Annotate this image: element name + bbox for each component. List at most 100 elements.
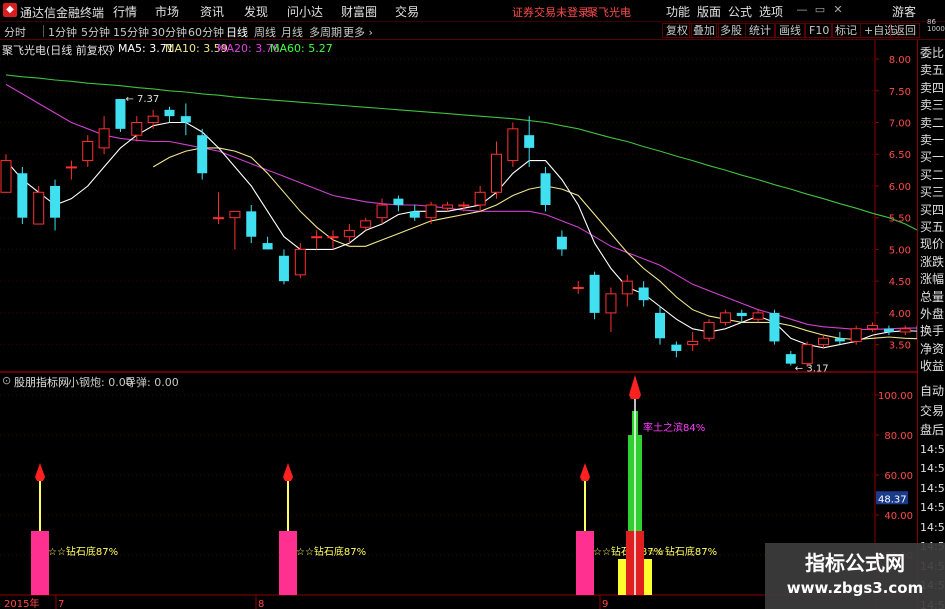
tab-more[interactable]: 更多 ›	[343, 24, 373, 40]
candle-body-up	[65, 166, 77, 169]
candle-body-down	[115, 99, 126, 129]
candle-body-up	[491, 153, 502, 193]
main-chart-title: 聚飞光电(日线 前复权)	[2, 44, 114, 57]
statistics-button[interactable]: 统计	[745, 23, 775, 38]
candle-body-up	[474, 191, 486, 206]
quote-side-panel: 委比 卖五 卖四 卖三 卖二 卖一 买一 买二 买三 买四 买五 现价 涨跌 涨幅 总量 外盘 换手 净资 收益 自动…	[917, 40, 945, 609]
tab-fenshi[interactable]: 分时	[4, 24, 26, 40]
app-window: { "titlebar": { "logo_glyph": "◆", "app_…	[0, 0, 945, 609]
candle-body-up	[82, 141, 94, 162]
mark-button[interactable]: 标记	[831, 23, 861, 38]
candle-body-up	[850, 328, 862, 342]
tab-30min[interactable]: 30分钟	[151, 24, 187, 40]
tab-1min[interactable]: 1分钟	[48, 24, 77, 40]
back-button[interactable]: 返回	[890, 23, 920, 38]
candle-body-up	[719, 312, 731, 323]
candle-body-up	[703, 321, 715, 339]
close-button[interactable]: ✕	[830, 2, 846, 18]
xaxis-month-label: 8	[258, 599, 264, 609]
candle-body-down	[655, 312, 665, 339]
indicator-settings-icon[interactable]: ⊙	[2, 374, 11, 387]
candle-body-down	[164, 109, 175, 117]
menu-wenxiaoda[interactable]: 问小达	[287, 3, 323, 20]
quote-field-label: 买三	[920, 185, 945, 200]
quote-field-label: 卖一	[920, 133, 945, 147]
tab-multi-period[interactable]: 多周期	[309, 24, 342, 40]
tab-15min[interactable]: 15分钟	[113, 24, 149, 40]
indicator-title: 股朋指标网	[14, 376, 69, 389]
menu-faxian[interactable]: 发现	[244, 3, 268, 20]
trade-login-status[interactable]: 证券交易未登录	[512, 4, 589, 20]
fuquan-button[interactable]: 复权	[662, 23, 692, 38]
menu-caifuquan[interactable]: 财富圈	[341, 3, 377, 20]
panel-label: 交易	[920, 403, 945, 418]
candle-body-down	[540, 173, 551, 205]
candle-body-up	[294, 248, 306, 276]
quote-field-label: 换手	[920, 324, 945, 339]
f10-button[interactable]: F10	[805, 23, 834, 38]
draw-line-button[interactable]: 画线	[775, 23, 805, 38]
tab-5min[interactable]: 5分钟	[81, 24, 110, 40]
maximize-button[interactable]: ▭	[812, 2, 828, 18]
quote-field-label: 净资	[920, 341, 945, 356]
panel-label: 自动	[920, 384, 945, 398]
corner-counter: 86 1000	[927, 18, 945, 33]
signal-rocket-head	[35, 463, 45, 481]
candle-body-down	[393, 198, 404, 205]
indicator-value-xiaogangpao: 小钢炮: 0.00	[68, 376, 133, 389]
candle-body-up	[752, 312, 764, 320]
signal-label: ☆☆钻石底87%	[296, 545, 366, 558]
candle-body-up	[867, 325, 879, 330]
overlay-button[interactable]: 叠加	[689, 23, 719, 38]
tab-daily[interactable]: 日线	[226, 24, 248, 40]
high-price-label: ← 7.37	[125, 94, 159, 105]
tab-monthly[interactable]: 月线	[281, 24, 303, 40]
tab-weekly[interactable]: 周线	[254, 24, 276, 40]
signal-bar	[576, 531, 594, 595]
quote-field-label: 买四	[920, 202, 945, 217]
signal-rocket-head	[283, 463, 293, 481]
tab-60min[interactable]: 60分钟	[188, 24, 224, 40]
candle-body-down	[262, 243, 273, 250]
quote-field-label: 外盘	[920, 307, 945, 321]
quote-field-label: 卖三	[920, 98, 945, 113]
candle-body-up	[147, 115, 159, 124]
menu-jiaoyi[interactable]: 交易	[395, 3, 419, 20]
moving-average-lines	[5, 74, 917, 349]
menu-gongshi[interactable]: 公式	[728, 3, 752, 20]
current-stock-name: 聚飞光电	[587, 6, 631, 19]
menu-hangqing[interactable]: 行情	[113, 3, 137, 20]
candle-body-up	[360, 220, 372, 228]
candle-body-down	[785, 354, 796, 364]
price-tick-label: 5.00	[889, 245, 911, 256]
menu-gongneng[interactable]: 功能	[666, 3, 690, 20]
candle-body-up	[0, 160, 12, 193]
tick-time: 14:56	[920, 462, 945, 475]
multi-stock-button[interactable]: 多股	[716, 23, 746, 38]
settings-icon[interactable]: ⊙	[106, 42, 115, 55]
watermark-title: 指标公式网	[805, 551, 905, 575]
candle-body-up	[213, 217, 225, 220]
candle-body-up	[818, 337, 829, 346]
xaxis-month-label: 9	[602, 599, 608, 609]
candle-body-up	[687, 340, 699, 346]
candle-body-up	[229, 210, 241, 219]
guest-user[interactable]: 游客	[892, 3, 916, 20]
signal-label: ☆☆钻石底87%	[48, 545, 118, 558]
candle-body-up	[899, 328, 911, 333]
menu-shichang[interactable]: 市场	[155, 3, 179, 20]
price-tick-label: 7.50	[889, 87, 911, 98]
candle-body-up	[425, 204, 437, 219]
candle-body-down	[638, 287, 649, 301]
quote-field-label: 卖二	[920, 115, 945, 130]
candle-body-up	[311, 236, 323, 239]
menu-zixun[interactable]: 资讯	[200, 3, 224, 20]
big-rocket-head	[629, 375, 641, 399]
menu-xuanxiang[interactable]: 选项	[759, 3, 783, 20]
menu-banmian[interactable]: 版面	[697, 3, 721, 20]
candle-body-up	[33, 191, 45, 225]
minimize-button[interactable]: —	[794, 2, 810, 18]
kline-chart[interactable]: ☆☆钻石底87%☆☆钻石底87%☆☆钻石底87%率土之滨84%☆☆钻石底87% …	[0, 40, 917, 609]
candle-body-up	[621, 280, 633, 295]
indicator-tick-label: 80.00	[884, 431, 913, 442]
